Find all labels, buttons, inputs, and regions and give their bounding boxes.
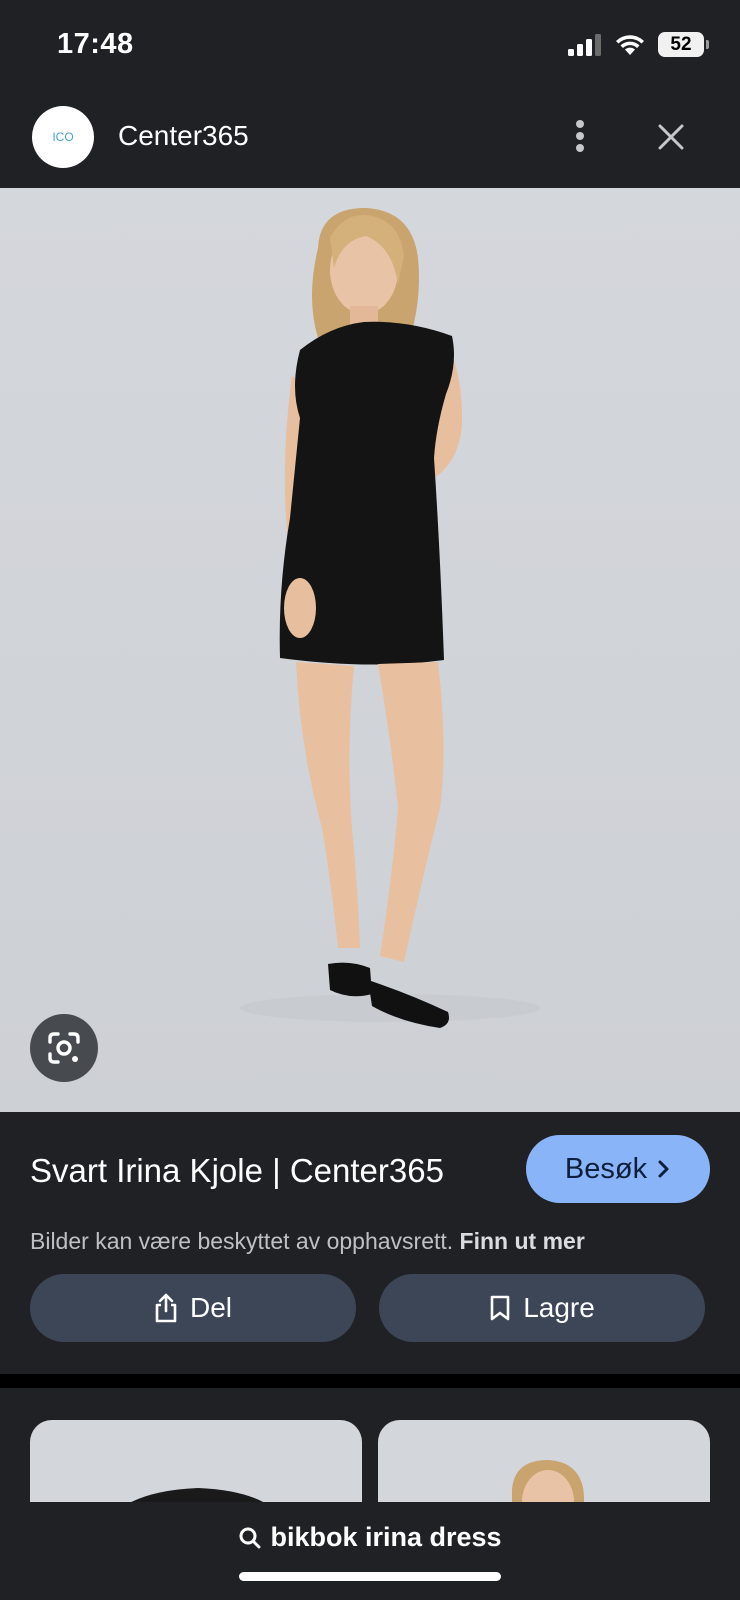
site-name[interactable]: Center365: [118, 120, 249, 152]
close-icon: [658, 124, 684, 150]
learn-more-link[interactable]: Finn ut mer: [460, 1228, 585, 1254]
battery-level: 52: [670, 33, 692, 55]
visit-button[interactable]: Besøk: [526, 1135, 710, 1203]
share-label: Del: [189, 1292, 232, 1323]
section-divider: [0, 1374, 740, 1388]
status-bar: 17:48 52: [0, 0, 740, 90]
home-indicator[interactable]: [239, 1572, 501, 1581]
bookmark-icon: [490, 1295, 510, 1321]
share-icon: [155, 1293, 177, 1323]
info-panel: Svart Irina Kjole | Center365 Besøk Bild…: [0, 1112, 740, 1374]
related-image-1[interactable]: [30, 1420, 362, 1502]
dress-thumbnail: [131, 1488, 264, 1502]
lens-icon: [48, 1032, 80, 1064]
viewer-header: ICO Center365: [0, 98, 740, 188]
status-time: 17:48: [57, 28, 134, 60]
search-icon: [239, 1527, 261, 1548]
battery-icon: 52: [658, 32, 709, 57]
chevron-right-icon: [658, 1160, 669, 1178]
share-button[interactable]: Del: [30, 1274, 356, 1342]
image-title[interactable]: Svart Irina Kjole | Center365: [30, 1152, 444, 1190]
more-options-button[interactable]: [560, 114, 600, 158]
copyright-text: Bilder kan være beskyttet av opphavsrett…: [30, 1228, 454, 1254]
more-vert-icon: [576, 120, 584, 152]
bottom-search-bar: bikbok irina dress: [0, 1502, 740, 1600]
related-image-2[interactable]: [378, 1420, 710, 1502]
signal-icon: [568, 33, 601, 56]
status-icons: 52: [568, 32, 709, 57]
lens-button[interactable]: [30, 1014, 98, 1082]
close-button[interactable]: [650, 116, 692, 158]
model-thumbnail: [512, 1460, 584, 1502]
search-query: bikbok irina dress: [270, 1522, 502, 1552]
site-logo-text: ICO: [52, 130, 74, 144]
model-figure: [240, 208, 540, 1028]
wifi-icon: [616, 34, 644, 55]
save-button[interactable]: Lagre: [379, 1274, 705, 1342]
search-query-button[interactable]: bikbok irina dress: [0, 1522, 740, 1553]
product-image[interactable]: [0, 188, 740, 1112]
copyright-notice: Bilder kan være beskyttet av opphavsrett…: [30, 1228, 585, 1255]
related-images: [0, 1388, 740, 1502]
visit-label: Besøk: [564, 1152, 648, 1185]
site-logo[interactable]: ICO: [32, 106, 94, 168]
save-label: Lagre: [523, 1292, 595, 1323]
